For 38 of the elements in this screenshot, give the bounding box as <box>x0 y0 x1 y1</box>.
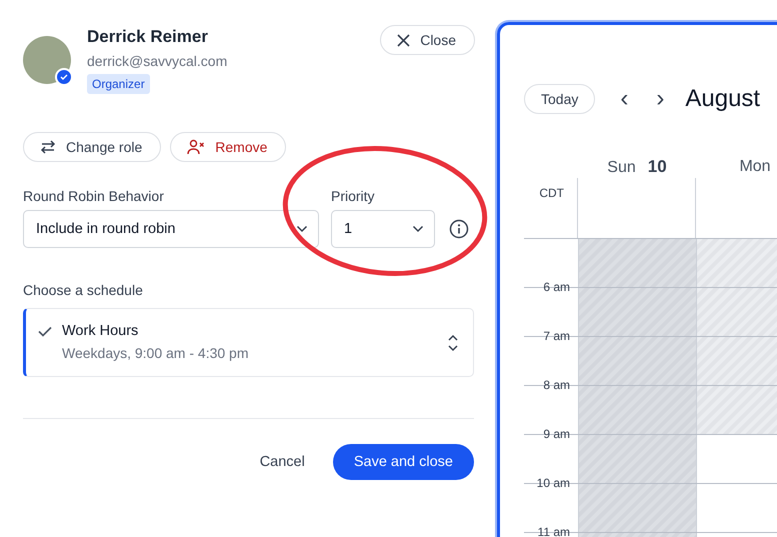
swap-arrows-icon <box>40 140 56 154</box>
info-icon[interactable] <box>449 219 469 239</box>
check-icon <box>38 326 52 337</box>
close-button[interactable]: Close <box>380 25 475 55</box>
next-button[interactable]: › <box>649 87 672 111</box>
priority-select[interactable]: 1 <box>331 210 435 248</box>
round-robin-select[interactable]: Include in round robin <box>23 210 319 248</box>
weekday-label: Sun <box>607 159 636 177</box>
change-role-button[interactable]: Change role <box>23 132 162 162</box>
schedule-name: Work Hours <box>62 323 140 339</box>
close-icon <box>397 34 410 46</box>
member-email: derrick@savvycal.com <box>87 53 228 69</box>
remove-button[interactable]: Remove <box>170 132 286 162</box>
remove-user-icon <box>187 139 206 155</box>
previous-button[interactable]: ‹ <box>613 87 636 111</box>
schedule-hours: Weekdays, 9:00 am - 4:30 pm <box>62 345 250 361</box>
chevron-down-icon <box>412 225 424 233</box>
cancel-button[interactable]: Cancel <box>260 450 305 474</box>
time-label: 11 am <box>536 525 571 537</box>
member-name: Derrick Reimer <box>87 27 208 47</box>
field-label: Round Robin Behavior <box>23 188 165 204</box>
time-label: 6 am <box>542 280 571 294</box>
chevron-down-icon <box>296 225 308 233</box>
date-label: 10 <box>648 157 667 177</box>
field-label: Choose a schedule <box>23 282 144 298</box>
time-label: 8 am <box>542 378 571 392</box>
up-down-chevron-icon <box>447 334 459 352</box>
timezone-label: CDT <box>500 178 578 238</box>
time-label: 7 am <box>542 329 571 343</box>
schedule-select[interactable]: Work Hours Weekdays, 9:00 am - 4:30 pm <box>23 308 474 377</box>
role-tag: Organizer <box>87 74 150 94</box>
weekday-label: Mon <box>739 158 771 176</box>
time-label: 9 am <box>542 427 571 441</box>
time-label: 10 am <box>536 476 571 490</box>
field-label: Priority <box>331 188 376 204</box>
month-title: August <box>685 85 760 113</box>
save-and-close-button[interactable]: Save and close <box>332 444 474 480</box>
today-button[interactable]: Today <box>524 84 596 114</box>
